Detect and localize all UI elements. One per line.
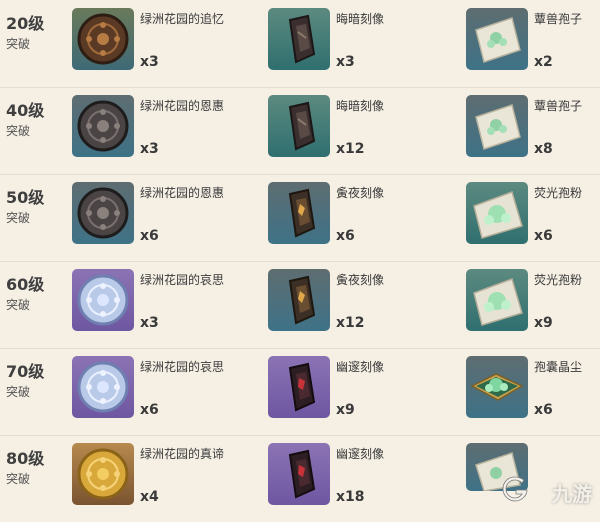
material-quantity: x6 <box>140 228 159 244</box>
ascension-row: 50级 突破 绿洲花园的恩惠 x6 夤夜刻像 x6 荧光孢粉 x6 <box>0 174 600 262</box>
ascension-row: 20级 突破 绿洲花园的追忆 x3 晦暗刻像 x3 蕈兽孢子 x2 <box>0 0 600 88</box>
material-name: 绿洲花园的哀思 <box>140 273 225 287</box>
dark-medallion-icon <box>72 95 134 157</box>
dark-medallion-icon <box>72 182 134 244</box>
material-name: 幽邃刻像 <box>336 447 385 461</box>
material-cell[interactable]: 晦暗刻像 x3 <box>268 8 458 78</box>
dark-carving-icon <box>268 8 330 70</box>
material-quantity: x3 <box>140 141 159 157</box>
material-name: 绿洲花园的哀思 <box>140 360 225 374</box>
material-cell[interactable]: 绿洲花园的追忆 x3 <box>72 8 262 78</box>
material-name: 蕈兽孢子 <box>534 12 583 26</box>
material-quantity: x3 <box>140 315 159 331</box>
blue-medallion-icon <box>72 356 134 418</box>
watermark-text: 九游 <box>552 482 592 506</box>
level-label: 60级 <box>6 275 45 294</box>
gold-carving-icon <box>268 182 330 244</box>
material-cell[interactable]: 幽邃刻像 x9 <box>268 356 458 426</box>
material-name: 幽邃刻像 <box>336 360 385 374</box>
material-quantity: x18 <box>336 489 365 505</box>
material-name: 孢囊晶尘 <box>534 360 583 374</box>
material-cell[interactable]: 绿洲花园的真谛 x4 <box>72 443 262 513</box>
material-cell[interactable]: 绿洲花园的恩惠 x6 <box>72 182 262 252</box>
breakthrough-label: 突破 <box>6 211 31 225</box>
material-quantity: x6 <box>140 402 159 418</box>
gold-carving-icon <box>268 269 330 331</box>
material-quantity: x9 <box>336 402 355 418</box>
material-quantity: x4 <box>140 489 159 505</box>
material-cell[interactable]: 蕈兽孢子 x8 <box>466 95 600 165</box>
breakthrough-label: 突破 <box>6 124 31 138</box>
gold-medallion-icon <box>72 443 134 505</box>
material-quantity: x6 <box>336 228 355 244</box>
watermark: 九游 <box>500 474 592 506</box>
material-quantity: x2 <box>534 54 553 70</box>
level-label: 70级 <box>6 362 45 381</box>
material-name: 绿洲花园的追忆 <box>140 12 225 26</box>
material-name: 荧光孢粉 <box>534 273 583 287</box>
material-cell[interactable]: 荧光孢粉 x9 <box>466 269 600 339</box>
level-label: 40级 <box>6 101 45 120</box>
breakthrough-label: 突破 <box>6 385 31 399</box>
material-cell[interactable]: 荧光孢粉 x6 <box>466 182 600 252</box>
material-quantity: x3 <box>140 54 159 70</box>
material-cell[interactable]: 夤夜刻像 x6 <box>268 182 458 252</box>
material-name: 晦暗刻像 <box>336 12 385 26</box>
material-quantity: x12 <box>336 141 365 157</box>
crystal-dust-icon <box>466 356 528 418</box>
material-cell[interactable]: 蕈兽孢子 x2 <box>466 8 600 78</box>
breakthrough-label: 突破 <box>6 298 31 312</box>
glow-spore-icon <box>466 269 528 331</box>
ascension-row: 60级 突破 绿洲花园的哀思 x3 夤夜刻像 x12 荧光孢粉 x9 <box>0 261 600 349</box>
red-carving-icon <box>268 356 330 418</box>
material-name: 荧光孢粉 <box>534 186 583 200</box>
material-quantity: x8 <box>534 141 553 157</box>
material-cell[interactable]: 绿洲花园的哀思 x3 <box>72 269 262 339</box>
material-quantity: x3 <box>336 54 355 70</box>
ascension-row: 40级 突破 绿洲花园的恩惠 x3 晦暗刻像 x12 蕈兽孢子 x8 <box>0 87 600 175</box>
material-name: 蕈兽孢子 <box>534 99 583 113</box>
breakthrough-label: 突破 <box>6 472 31 486</box>
material-cell[interactable]: 孢囊晶尘 x6 <box>466 356 600 426</box>
ascension-row: 70级 突破 绿洲花园的哀思 x6 幽邃刻像 x9 孢囊晶尘 x6 <box>0 348 600 436</box>
blue-medallion-icon <box>72 269 134 331</box>
red-carving-icon <box>268 443 330 505</box>
material-name: 夤夜刻像 <box>336 186 385 200</box>
material-quantity: x6 <box>534 402 553 418</box>
level-label: 50级 <box>6 188 45 207</box>
brown-medallion-icon <box>72 8 134 70</box>
material-name: 晦暗刻像 <box>336 99 385 113</box>
material-cell[interactable]: 绿洲花园的恩惠 x3 <box>72 95 262 165</box>
material-cell[interactable]: 幽邃刻像 x18 <box>268 443 458 513</box>
material-cell[interactable]: 夤夜刻像 x12 <box>268 269 458 339</box>
dark-carving-icon <box>268 95 330 157</box>
spore-packet-icon <box>466 8 528 70</box>
material-cell[interactable]: 晦暗刻像 x12 <box>268 95 458 165</box>
material-quantity: x6 <box>534 228 553 244</box>
spore-packet-icon <box>466 95 528 157</box>
material-cell[interactable]: 绿洲花园的哀思 x6 <box>72 356 262 426</box>
material-name: 夤夜刻像 <box>336 273 385 287</box>
material-quantity: x9 <box>534 315 553 331</box>
material-name: 绿洲花园的恩惠 <box>140 99 225 113</box>
level-label: 20级 <box>6 14 45 33</box>
jiuyou-logo-icon <box>502 476 528 502</box>
glow-spore-icon <box>466 182 528 244</box>
material-name: 绿洲花园的恩惠 <box>140 186 225 200</box>
breakthrough-label: 突破 <box>6 37 31 51</box>
material-quantity: x12 <box>336 315 365 331</box>
level-label: 80级 <box>6 449 45 468</box>
material-name: 绿洲花园的真谛 <box>140 447 225 461</box>
